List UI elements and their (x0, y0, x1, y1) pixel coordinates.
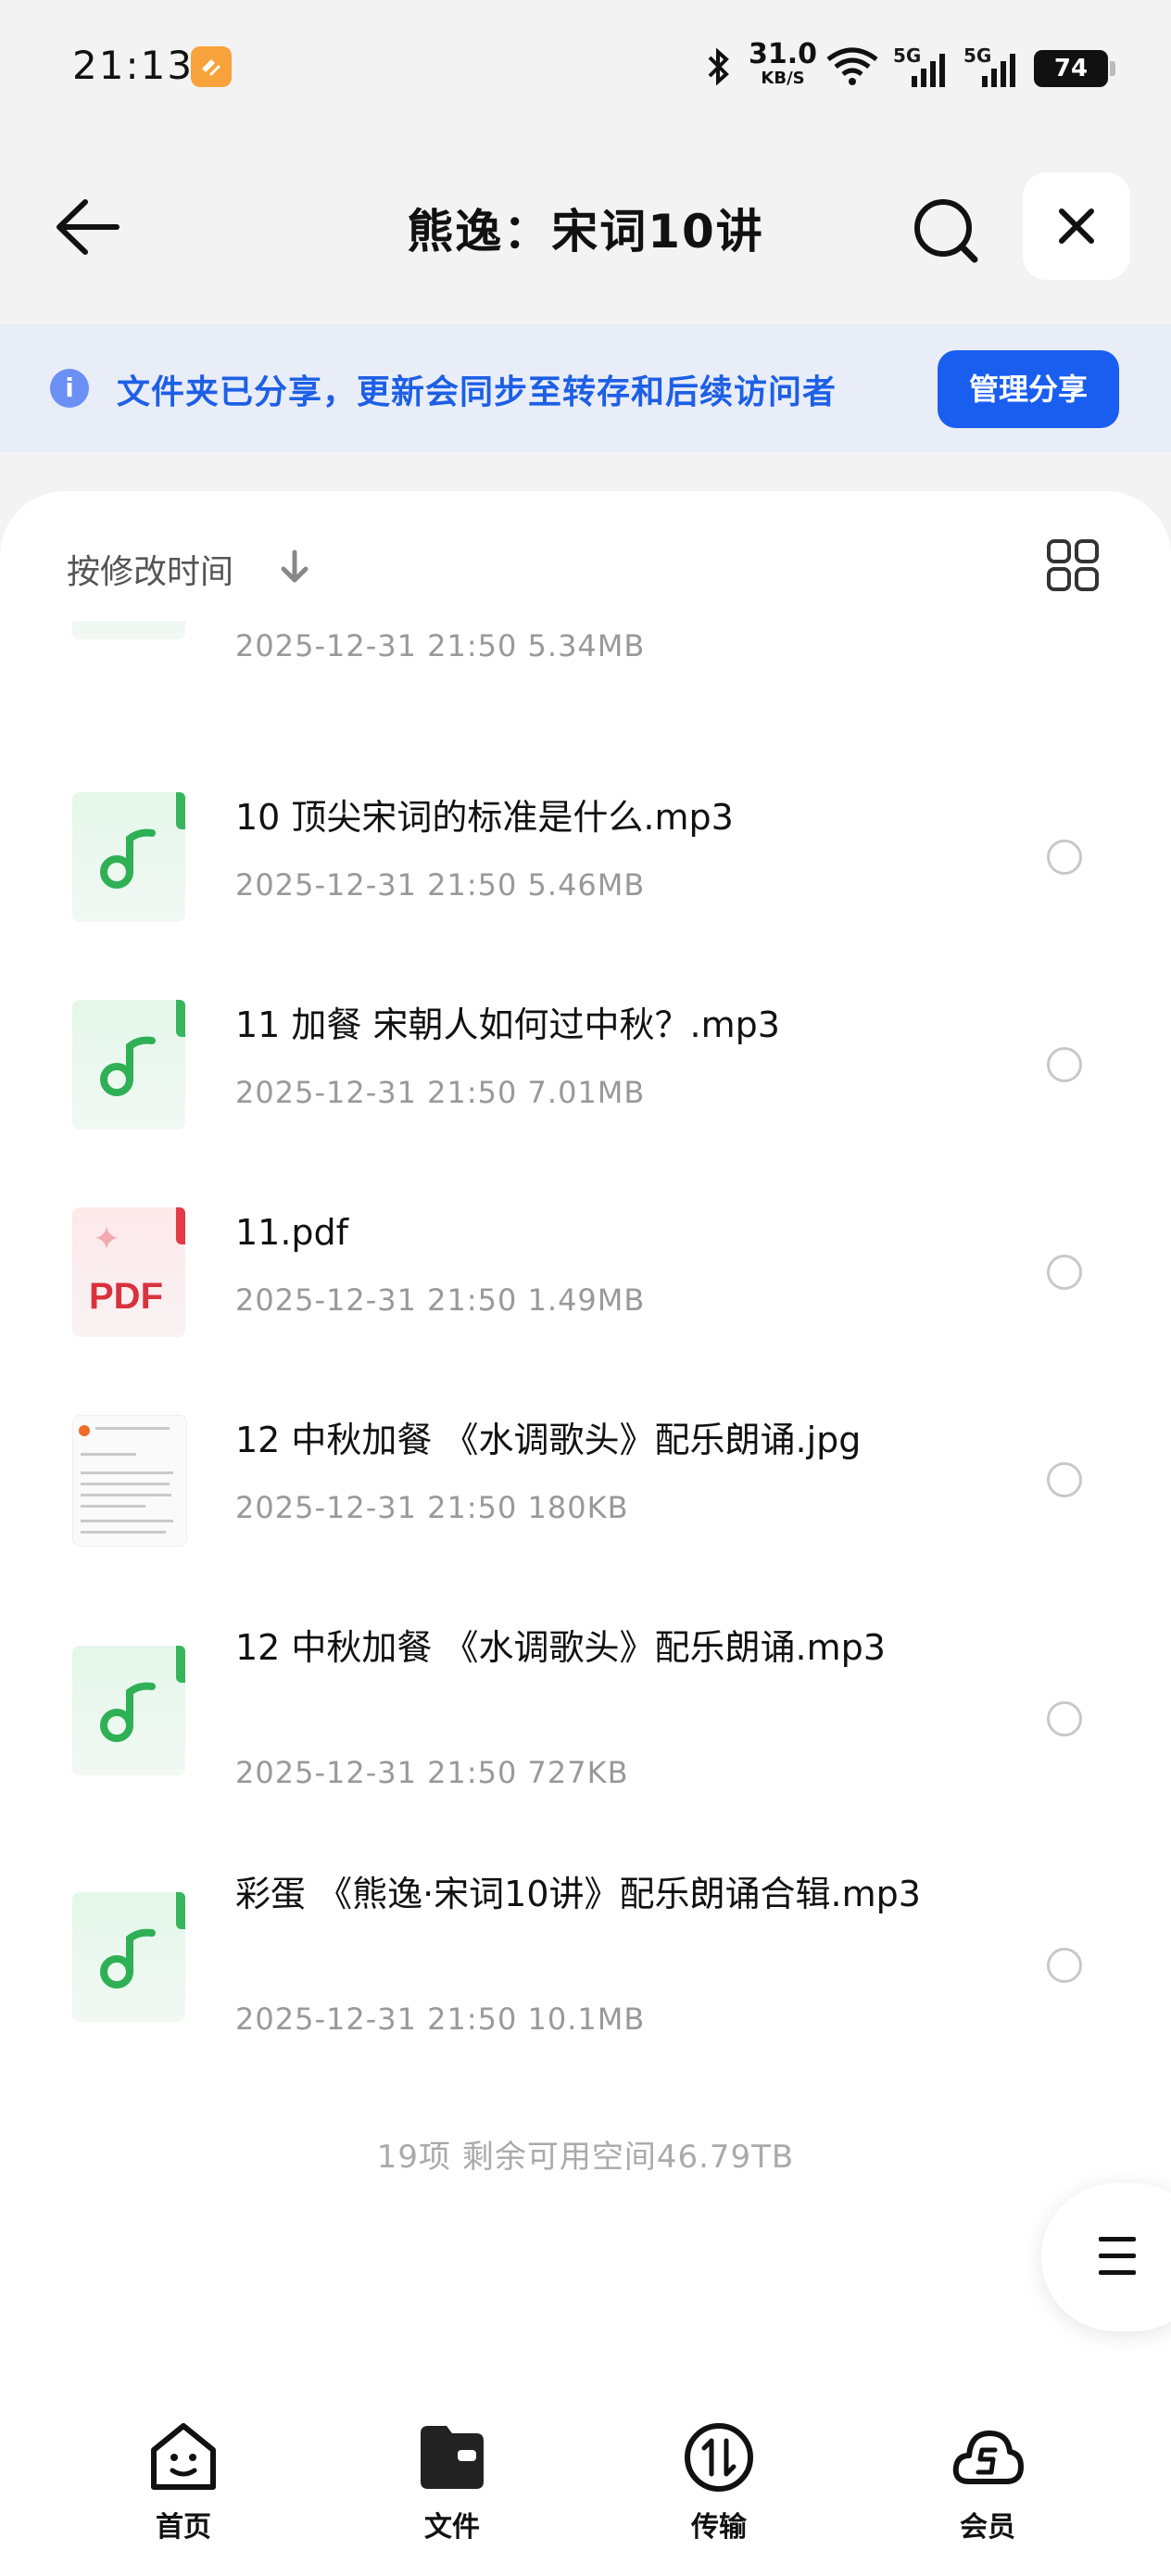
close-button[interactable] (1023, 172, 1130, 280)
list-item[interactable]: 9 2025-12-31 21:50 5.34MB (0, 621, 1171, 732)
info-icon: i (50, 369, 89, 408)
file-name: 11 加餐 宋朝人如何过中秋？.mp3 (235, 1004, 780, 1045)
grid-view-toggle[interactable] (1045, 537, 1101, 593)
signal-5g-icon-2: 5G (963, 44, 1021, 89)
file-meta: 2025-12-31 21:50 5.34MB (235, 628, 645, 663)
home-face-icon (146, 2420, 220, 2494)
tab-transfer[interactable]: 传输 (645, 2420, 793, 2544)
file-size: 180KB (527, 1490, 629, 1525)
file-date: 2025-12-31 21:50 (235, 1075, 518, 1110)
audio-file-icon (72, 1000, 185, 1130)
file-size: 7.01MB (527, 1075, 646, 1110)
file-name: 12 中秋加餐 《水调歌头》配乐朗诵.jpg (235, 1420, 862, 1460)
file-date: 2025-12-31 21:50 (235, 867, 518, 903)
file-meta: 2025-12-31 21:50 10.1MB (235, 2001, 645, 2037)
file-name: 彩蛋 《熊逸·宋词10讲》配乐朗诵合辑.mp3 (235, 1874, 921, 1914)
file-size: 5.46MB (527, 867, 646, 903)
file-meta: 2025-12-31 21:50 727KB (235, 1755, 629, 1790)
tab-label: 传输 (691, 2511, 747, 2544)
file-name: 11.pdf (235, 1212, 349, 1253)
file-size: 727KB (527, 1755, 629, 1790)
file-date: 2025-12-31 21:50 (235, 1755, 518, 1790)
search-icon (914, 199, 978, 263)
app-notification-icon (191, 46, 232, 87)
audio-file-icon (72, 1892, 185, 2022)
tab-member[interactable]: 会员 (913, 2420, 1062, 2544)
list-item[interactable]: 12 中秋加餐 《水调歌头》配乐朗诵.jpg 2025-12-31 21:50 … (0, 1410, 1171, 1586)
net-speed-value: 31.0 (749, 38, 818, 70)
wifi-icon (825, 46, 880, 91)
file-name: 10 顶尖宋词的标准是什么.mp3 (235, 797, 734, 838)
select-radio[interactable] (1047, 1948, 1082, 1983)
file-meta: 2025-12-31 21:50 7.01MB (235, 1075, 645, 1110)
search-button[interactable] (908, 193, 982, 267)
image-thumbnail (72, 1415, 187, 1547)
audio-file-icon (72, 1646, 185, 1775)
tab-label: 会员 (960, 2511, 1015, 2544)
sort-button[interactable]: 按修改时间 (67, 545, 233, 593)
file-meta: 2025-12-31 21:50 1.49MB (235, 1282, 645, 1318)
pdf-file-icon: ✦ PDF (72, 1207, 185, 1337)
select-radio[interactable] (1047, 1462, 1082, 1497)
sort-down-arrow-icon[interactable] (274, 547, 315, 591)
page-title: 熊逸：宋词10讲 (407, 205, 764, 259)
tab-label: 首页 (156, 2511, 211, 2544)
list-item[interactable]: 彩蛋 《熊逸·宋词10讲》配乐朗诵合辑.mp3 2025-12-31 21:50… (0, 1864, 1171, 2039)
signal-5g-icon-1: 5G (893, 44, 951, 89)
tab-label: 文件 (424, 2511, 480, 2544)
file-list: 9 2025-12-31 21:50 5.34MB 10 顶尖宋词的标准是什么.… (0, 621, 1171, 2039)
select-radio[interactable] (1047, 840, 1082, 875)
list-item[interactable]: 12 中秋加餐 《水调歌头》配乐朗诵.mp3 2025-12-31 21:50 … (0, 1618, 1171, 1840)
select-radio[interactable] (1047, 1701, 1082, 1736)
grid-icon (1047, 539, 1099, 591)
file-date: 2025-12-31 21:50 (235, 2001, 518, 2037)
audio-file-icon (72, 621, 185, 639)
list-item[interactable]: 11 加餐 宋朝人如何过中秋？.mp3 2025-12-31 21:50 7.0… (0, 995, 1171, 1171)
select-radio[interactable] (1047, 1255, 1082, 1290)
file-meta: 2025-12-31 21:50 5.46MB (235, 867, 645, 903)
file-name: 12 中秋加餐 《水调歌头》配乐朗诵.mp3 (235, 1627, 886, 1668)
member-cloud-icon (951, 2420, 1025, 2494)
file-size: 5.34MB (527, 628, 646, 663)
file-date: 2025-12-31 21:50 (235, 628, 518, 663)
battery-indicator: 74 (1034, 50, 1115, 87)
file-size: 1.49MB (527, 1282, 646, 1318)
file-size: 10.1MB (527, 2001, 646, 2037)
list-item[interactable]: 10 顶尖宋词的标准是什么.mp3 2025-12-31 21:50 5.46M… (0, 788, 1171, 964)
folder-icon (415, 2420, 489, 2494)
list-item[interactable]: ✦ PDF 11.pdf 2025-12-31 21:50 1.49MB (0, 1203, 1171, 1379)
close-icon (1059, 208, 1094, 244)
file-date: 2025-12-31 21:50 (235, 1282, 518, 1318)
tab-home[interactable]: 首页 (109, 2420, 258, 2544)
tab-files[interactable]: 文件 (378, 2420, 526, 2544)
transfer-icon (682, 2420, 756, 2494)
manage-share-button[interactable]: 管理分享 (938, 350, 1119, 428)
share-banner-text: 文件夹已分享，更新会同步至转存和后续访问者 (117, 373, 837, 411)
status-time: 21:13 (72, 43, 195, 88)
select-radio[interactable] (1047, 1047, 1082, 1082)
file-meta: 2025-12-31 21:50 180KB (235, 1490, 629, 1525)
file-date: 2025-12-31 21:50 (235, 1490, 518, 1525)
audio-file-icon (72, 792, 185, 922)
bluetooth-icon (704, 46, 732, 91)
network-speed: 31.0 KB/S (749, 41, 817, 91)
storage-summary: 19项 剩余可用空间46.79TB (376, 2139, 795, 2176)
menu-icon (1099, 2237, 1136, 2241)
